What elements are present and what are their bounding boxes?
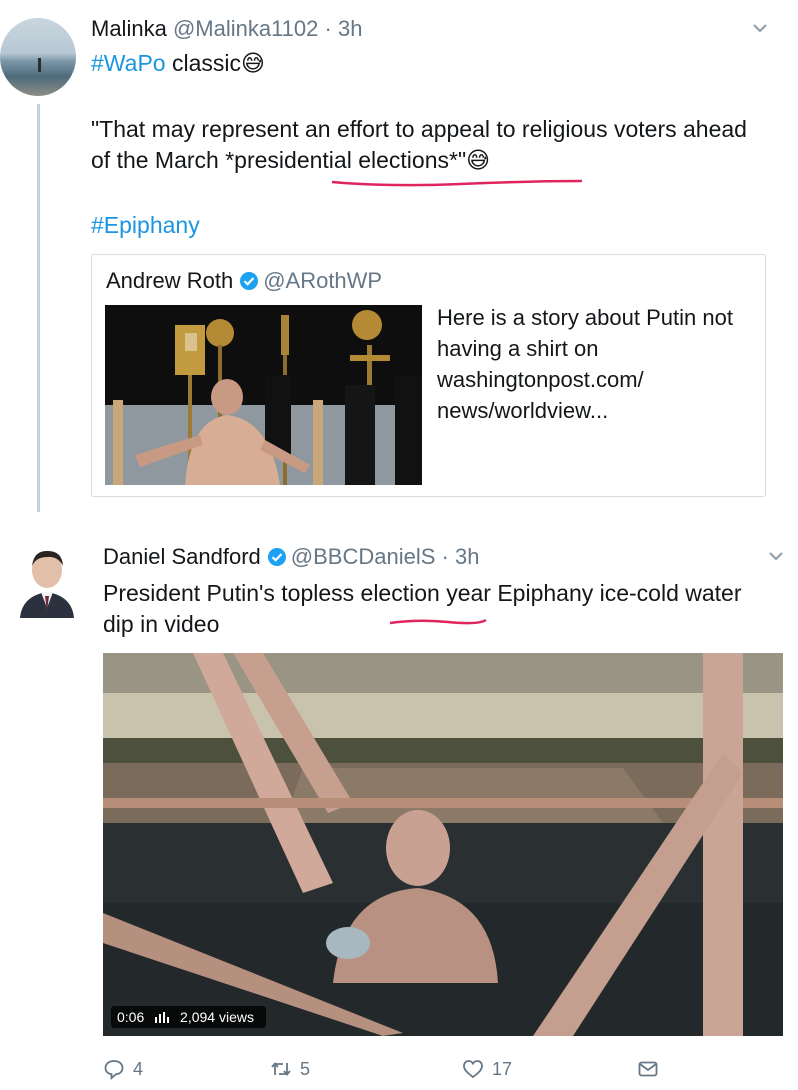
quoted-tweet-header: Andrew Roth @ARothWP bbox=[106, 268, 382, 294]
video-stats: 0:06 2,094 views bbox=[111, 1006, 266, 1028]
tweet-text: President Putin's topless election year … bbox=[103, 580, 742, 637]
reply-icon bbox=[104, 1060, 124, 1080]
volume-bars-icon bbox=[155, 1012, 170, 1023]
red-underline-annotation bbox=[389, 618, 487, 625]
video-player[interactable]: 0:06 2,094 views bbox=[103, 653, 783, 1036]
red-underline-annotation bbox=[331, 179, 583, 187]
verified-badge-icon bbox=[267, 548, 286, 566]
retweet-icon bbox=[271, 1062, 291, 1076]
retweet-count: 5 bbox=[300, 1058, 311, 1079]
chevron-down-icon[interactable] bbox=[752, 20, 768, 36]
author-name[interactable]: Malinka bbox=[91, 16, 167, 41]
like-button[interactable]: 17 bbox=[462, 1058, 512, 1080]
retweet-button[interactable]: 5 bbox=[270, 1058, 310, 1080]
quoted-tweet-text: Here is a story about Putin not having a… bbox=[437, 305, 733, 423]
author-handle[interactable]: @Malinka1102 bbox=[173, 16, 318, 41]
tweet-quote-text: "That may represent an effort to appeal … bbox=[91, 114, 771, 176]
direct-message-icon bbox=[638, 1061, 658, 1077]
tweet-text-line1: #WaPo classic😅 bbox=[91, 50, 265, 77]
reply-button[interactable]: 4 bbox=[103, 1058, 143, 1080]
hashtag-line: #Epiphany bbox=[91, 212, 200, 239]
video-views: 2,094 views bbox=[180, 1009, 254, 1025]
tweet-actions: 4 5 17 bbox=[0, 1058, 798, 1082]
verified-badge-icon bbox=[240, 272, 259, 290]
tweet-malinka[interactable]: Malinka @Malinka1102 · 3h #WaPo classic😅… bbox=[0, 0, 798, 522]
quoted-tweet-card[interactable]: Andrew Roth @ARothWP Here is a story abo… bbox=[91, 254, 766, 497]
quote-highlight: *presidential elections* bbox=[225, 147, 458, 173]
tweet-header: Daniel Sandford @BBCDanielS · 3h bbox=[103, 544, 479, 570]
author-name[interactable]: Daniel Sandford bbox=[103, 544, 261, 569]
quoted-author-name: Andrew Roth bbox=[106, 268, 234, 293]
hashtag-link[interactable]: #WaPo bbox=[91, 50, 166, 76]
quoted-tweet-image bbox=[105, 305, 422, 485]
tweet-time[interactable]: · 3h bbox=[442, 544, 480, 569]
thread-line bbox=[37, 104, 40, 512]
tweet-text: classic bbox=[165, 50, 241, 76]
like-count: 17 bbox=[492, 1058, 513, 1079]
video-duration: 0:06 bbox=[117, 1009, 145, 1025]
tweet-daniel-sandford[interactable]: Daniel Sandford @BBCDanielS · 3h Presiden… bbox=[0, 522, 798, 1090]
reply-count: 4 bbox=[133, 1058, 144, 1079]
quoted-author-handle: @ARothWP bbox=[263, 268, 383, 293]
quote-part2: " bbox=[457, 147, 467, 173]
grinning-sweat-emoji: 😅 bbox=[466, 147, 491, 173]
avatar[interactable] bbox=[0, 18, 76, 96]
like-icon bbox=[463, 1060, 483, 1079]
avatar[interactable] bbox=[18, 546, 76, 618]
tweet-header: Malinka @Malinka1102 · 3h bbox=[91, 16, 362, 42]
hashtag-link[interactable]: #Epiphany bbox=[91, 212, 200, 238]
grinning-sweat-emoji: 😅 bbox=[240, 50, 265, 76]
direct-message-button[interactable] bbox=[637, 1058, 667, 1080]
chevron-down-icon[interactable] bbox=[768, 548, 784, 564]
author-handle[interactable]: @BBCDanielS bbox=[291, 544, 436, 569]
tweet-time[interactable]: · 3h bbox=[325, 16, 363, 41]
